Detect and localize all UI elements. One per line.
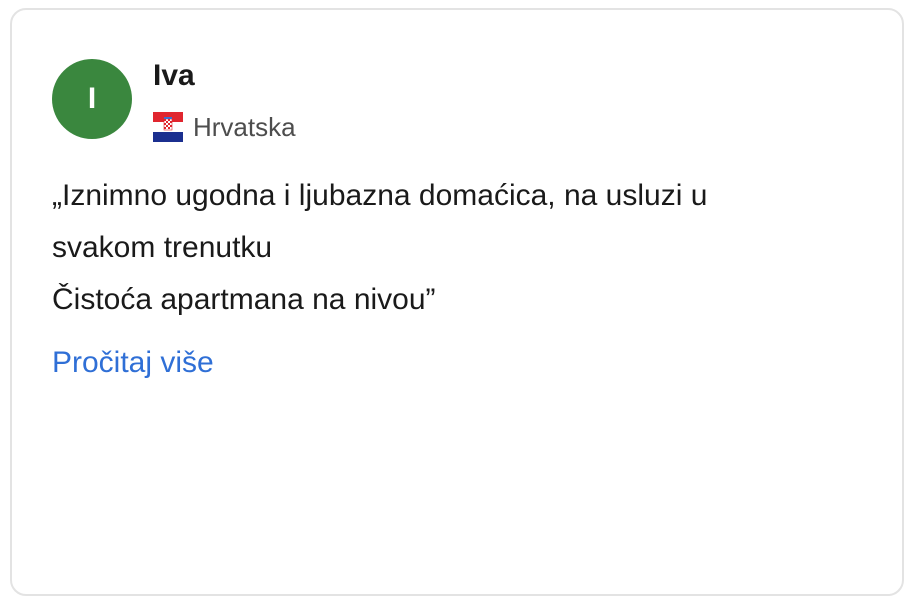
avatar-initial: I bbox=[87, 82, 97, 115]
read-more-link[interactable]: Pročitaj više bbox=[52, 343, 214, 383]
reviewer-name: Iva bbox=[153, 59, 195, 92]
review-text-line: svakom trenutku bbox=[52, 231, 273, 264]
review-text: „Iznimno ugodna i ljubazna domaćica, na … bbox=[52, 170, 862, 326]
review-text-line: „Iznimno ugodna i ljubazna domaćica, na … bbox=[52, 179, 708, 212]
country-label: Hrvatska bbox=[193, 112, 296, 142]
review-text-line: Čistoća apartmana na nivou” bbox=[52, 283, 436, 316]
avatar: I bbox=[52, 59, 132, 139]
croatia-flag-icon bbox=[153, 112, 183, 142]
reviewer-country: Hrvatska bbox=[153, 110, 296, 144]
review-card: I Iva Hrvatska „Iznimno ugodna i ljubazn… bbox=[10, 8, 904, 596]
